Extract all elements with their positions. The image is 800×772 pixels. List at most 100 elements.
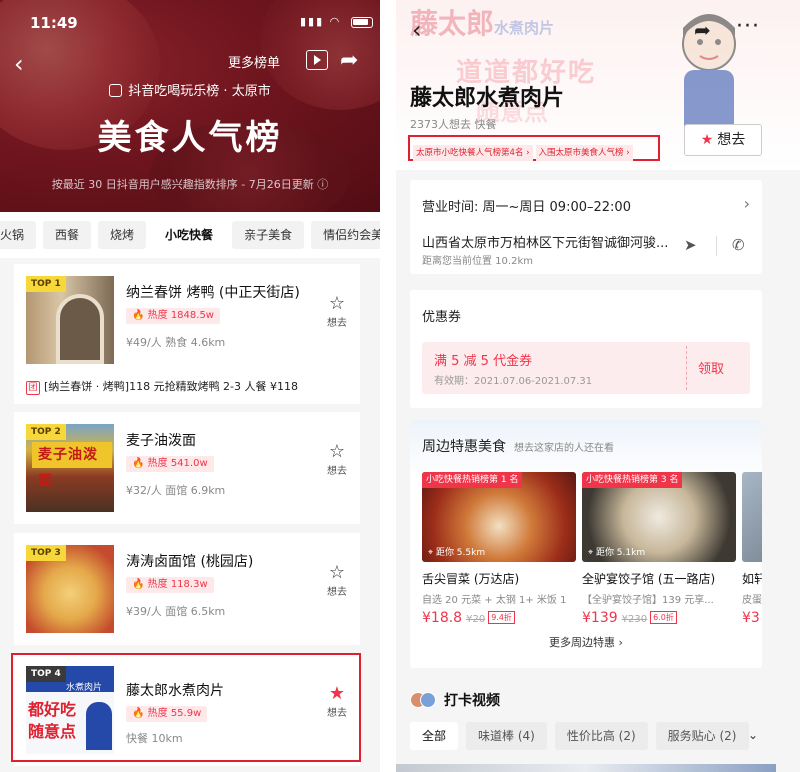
deal-description: 【全驴宴饺子馆】139 元享... [582,595,714,606]
coupon-section-title: 优惠券 [422,310,462,325]
brand-line-text: 抖音吃喝玩乐榜 · 太原市 [128,84,271,99]
deal-price: ¥18.8 ¥20 9.4折 [422,610,576,626]
coupon-item: 满 5 减 5 代金券 有效期：2021.07.06-2021.07.31 领取 [422,342,750,394]
want-button[interactable]: ☆ 想去 [322,293,352,330]
nearby-deals-card: 周边特惠美食 想去这家店的人还在看 小吃快餐热销榜第 1 名 ⌖ 距你 5.5km … [410,420,762,668]
star-filled-icon: ★ [700,132,714,148]
coupon-card: 优惠券 满 5 减 5 代金券 有效期：2021.07.06-2021.07.3… [410,290,762,408]
group-deal-icon: 团 [26,381,40,395]
heat-badge: 🔥 热度 541.0w [126,456,214,472]
filter-taste[interactable]: 味道棒 (4) [466,722,547,750]
tab-family[interactable]: 亲子美食 [232,221,305,249]
tab-snack-fastfood[interactable]: 小吃快餐 [153,221,226,249]
tab-hotpot[interactable]: 火锅 [0,221,37,249]
rank-item-2[interactable]: 麦子油泼面 TOP 2 麦子油泼面 🔥 热度 541.0w ¥32/人 面馆 6… [14,412,360,524]
share-icon[interactable]: ➦ [694,18,711,42]
screenshot-root: 11:49 ▮▮▮ ◠ ‹ 更多榜单 ➦ 抖音吃喝玩乐榜 · 太原市 美食人气榜… [0,0,800,772]
tab-date[interactable]: 情侣约会美 [311,221,380,249]
status-icons: ▮▮▮ ◠ [300,15,373,28]
heat-badge: 🔥 热度 118.3w [126,577,214,593]
filter-all[interactable]: 全部 [410,722,459,750]
chevron-down-icon[interactable]: ⌄ [748,728,758,742]
shop-name: 麦子油泼面 [126,433,196,449]
deal-price: ¥139 ¥230 6.0折 [582,610,736,626]
shop-header: 藤太郎水煮肉片 道道都好吃 随意点 ‹ ➦ ··· 藤太郎水煮肉片 2373人想… [396,0,800,170]
page-title: 美食人气榜 [97,118,283,158]
claim-coupon-button[interactable]: 领取 [698,358,724,377]
back-icon[interactable]: ‹ [14,50,24,78]
hero-banner: 11:49 ▮▮▮ ◠ ‹ 更多榜单 ➦ 抖音吃喝玩乐榜 · 太原市 美食人气榜… [0,0,380,212]
rank-chip-category[interactable]: 太原市小吃快餐人气榜第4名 › [413,145,533,161]
star-icon: ☆ [328,293,346,314]
shop-name: 涛涛卤面馆 (桃园店) [126,554,254,570]
shop-name: 纳兰春饼 烤鸭 (中正天街店) [126,285,300,301]
shop-detail-panel: 藤太郎水煮肉片 道道都好吃 随意点 ‹ ➦ ··· 藤太郎水煮肉片 2373人想… [396,0,800,772]
nearby-deal-3[interactable]: 如轩 皮蛋 ¥3 [742,472,762,626]
category-tabs: 火锅 西餐 烧烤 小吃快餐 亲子美食 情侣约会美 [0,212,380,258]
shop-meta: ¥49/人 熟食 4.6km [126,336,226,349]
tab-bbq[interactable]: 烧烤 [98,221,147,249]
phone-icon[interactable]: ✆ [732,236,745,254]
navigation-icon[interactable]: ➤ [684,236,697,254]
deal-distance: ⌖ 距你 5.1km [588,548,646,558]
battery-icon [350,16,373,28]
douyin-icon [109,84,123,97]
shop-thumbnail: TOP 1 [26,276,114,364]
deal-description: 自选 20 元菜 + 太钢 1+ 米饭 1 [422,595,567,606]
coupon-name: 满 5 减 5 代金券 [434,354,533,369]
avatar-group [410,692,438,708]
nearby-title: 周边特惠美食 想去这家店的人还在看 [422,439,614,455]
filter-service[interactable]: 服务贴心 (2) [655,722,749,750]
group-deal[interactable]: 团 [纳兰春饼 · 烤鸭]118 元抢精致烤鸭 2-3 人餐 ¥118 [26,378,298,395]
want-button[interactable]: ☆ 想去 [322,441,352,478]
coupon-validity: 有效期：2021.07.06-2021.07.31 [434,376,593,387]
tab-western[interactable]: 西餐 [43,221,92,249]
deal-shop-name: 全驴宴饺子馆 (五一路店) [582,572,716,586]
rank-item-1[interactable]: TOP 1 纳兰春饼 烤鸭 (中正天街店) 🔥 热度 1848.5w ¥49/人… [14,264,360,404]
back-icon[interactable]: ‹ [412,16,422,44]
deal-rank-tag: 小吃快餐热销榜第 3 名 [582,472,683,488]
shop-title: 藤太郎水煮肉片 [410,86,565,111]
nearby-deal-2[interactable]: 小吃快餐热销榜第 3 名 ⌖ 距你 5.1km 全驴宴饺子馆 (五一路店) 【全驴… [582,472,736,626]
shop-thumbnail: TOP 3 [26,545,114,633]
more-options-icon[interactable]: ··· [736,14,760,39]
shop-info-card: 营业时间: 周一~周日 09:00–22:00 › 山西省太原市万柏林区下元街智… [410,180,762,274]
rank-item-3[interactable]: TOP 3 涛涛卤面馆 (桃园店) 🔥 热度 118.3w ¥39/人 面馆 6… [14,533,360,645]
rank-badges: 太原市小吃快餐人气榜第4名 › 入围太原市美食人气榜 › [408,135,660,161]
video-thumbnails-strip[interactable] [396,764,776,772]
rank-badge: TOP 2 [26,424,66,440]
more-lists-link[interactable]: 更多榜单 [228,52,280,71]
checkin-videos-title: 打卡视频 [410,690,500,710]
share-icon[interactable]: ➦ [340,48,358,73]
more-nearby-link[interactable]: 更多周边特惠 › [410,634,762,650]
deal-description: 皮蛋 [742,595,762,606]
status-time: 11:49 [30,14,78,32]
highlight-box [11,653,361,762]
video-filters: 全部 味道棒 (4) 性价比高 (2) 服务贴心 (2) [410,722,757,750]
ranking-note: 按最近 30 日抖音用户感兴趣指数排序 - 7月26日更新 ⓘ [51,178,329,191]
star-icon: ☆ [328,441,346,462]
shop-distance: 距离您当前位置 10.2km [422,256,533,267]
nearby-deal-1[interactable]: 小吃快餐热销榜第 1 名 ⌖ 距你 5.5km 舌尖冒菜 (万达店) 自选 20 … [422,472,576,626]
deal-shop-name: 如轩 [742,572,762,586]
deal-rank-tag: 小吃快餐热销榜第 1 名 [422,472,523,488]
filter-value[interactable]: 性价比高 (2) [554,722,648,750]
star-icon: ☆ [328,562,346,583]
deal-distance: ⌖ 距你 5.5km [428,548,486,558]
chevron-right-icon[interactable]: › [744,194,750,213]
business-hours[interactable]: 营业时间: 周一~周日 09:00–22:00 [422,196,631,215]
shop-meta: ¥39/人 面馆 6.5km [126,605,226,618]
play-video-icon[interactable] [306,50,328,70]
ranking-panel: 11:49 ▮▮▮ ◠ ‹ 更多榜单 ➦ 抖音吃喝玩乐榜 · 太原市 美食人气榜… [0,0,380,772]
rank-badge: TOP 3 [26,545,66,561]
deal-price: ¥3 [742,610,760,626]
rank-badge: TOP 1 [26,276,66,292]
want-button[interactable]: ★ 想去 [684,124,762,156]
shop-meta: ¥32/人 面馆 6.9km [126,484,226,497]
shop-address[interactable]: 山西省太原市万柏林区下元街智诚御河骏... [422,232,668,251]
want-button[interactable]: ☆ 想去 [322,562,352,599]
shop-thumbnail: 麦子油泼面 TOP 2 [26,424,114,512]
heat-badge: 🔥 热度 1848.5w [126,308,220,324]
brand-line: 抖音吃喝玩乐榜 · 太原市 [0,80,380,99]
rank-chip-city[interactable]: 入围太原市美食人气榜 › [535,145,633,161]
